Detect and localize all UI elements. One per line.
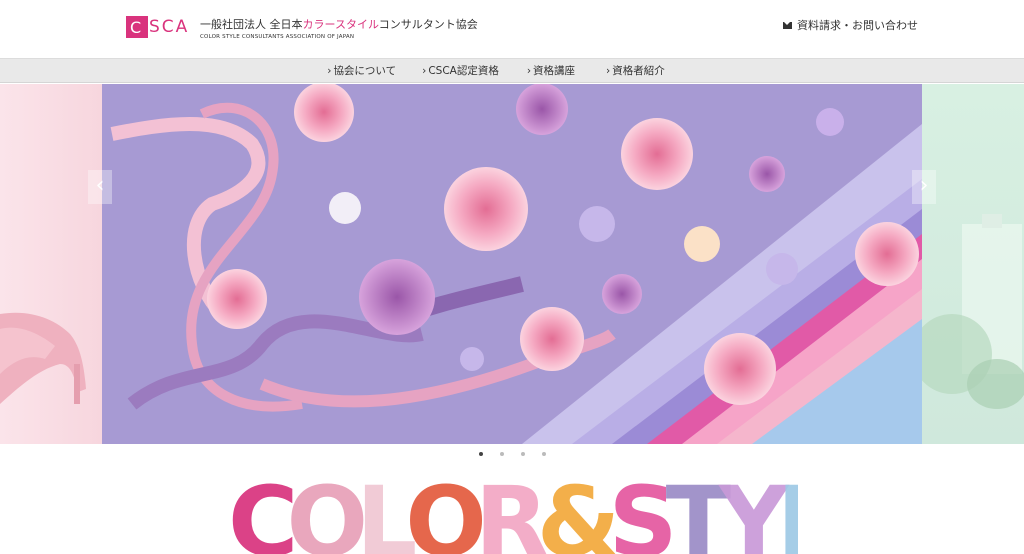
slide-peek-left[interactable] (0, 84, 102, 444)
logo-mark-letter: C (130, 18, 142, 37)
headline-letters: COLOR&STYLING (228, 474, 798, 554)
headline-letter: C (228, 474, 299, 554)
headline-letter: T (665, 474, 732, 554)
site-logo[interactable]: C SCA (126, 16, 189, 38)
headline-letter: L (777, 474, 798, 554)
headline-letter: L (356, 474, 417, 554)
carousel-dot[interactable] (541, 452, 546, 456)
headline-letter: O (405, 474, 487, 554)
nav-item-certification[interactable]: CSCA認定資格 (422, 59, 499, 84)
mail-icon (783, 21, 792, 29)
headline-letter: & (536, 474, 621, 554)
headline-letter: O (286, 474, 368, 554)
color-styling-headline: COLOR&STYLING (228, 474, 798, 554)
slide-peek-right[interactable] (912, 84, 1024, 444)
headline-letter: R (474, 474, 549, 554)
contact-link[interactable]: 資料請求・お問い合わせ (783, 17, 918, 33)
carousel-prev-button[interactable]: ‹ (88, 170, 112, 204)
carousel-dot[interactable] (520, 452, 525, 456)
shoe-image (0, 312, 86, 404)
logo-org-name-en: COLOR STYLE CONSULTANTS ASSOCIATION OF J… (200, 34, 355, 40)
hero-carousel (0, 84, 1024, 444)
bottle-image (912, 214, 1024, 409)
flowers-ribbons-image (110, 84, 922, 444)
contact-label: 資料請求・お問い合わせ (797, 19, 918, 32)
nav-item-about[interactable]: 協会について (327, 59, 396, 84)
headline-letter: Y (719, 474, 788, 554)
logo-text[interactable]: 一般社団法人 全日本カラースタイルコンサルタント協会 COLOR STYLE C… (200, 16, 478, 40)
nav-item-members[interactable]: 資格者紹介 (606, 59, 665, 84)
headline-letter: S (608, 474, 677, 554)
global-nav: 協会について CSCA認定資格 資格講座 資格者紹介 (0, 58, 1024, 83)
carousel-pagination (0, 452, 1024, 456)
logo-ja-suffix: コンサルタント協会 (378, 18, 478, 31)
carousel-dot[interactable] (499, 452, 504, 456)
hero-slide-active[interactable] (102, 84, 922, 444)
site-header: C SCA 一般社団法人 全日本カラースタイルコンサルタント協会 COLOR S… (0, 0, 1024, 58)
nav-item-courses[interactable]: 資格講座 (527, 59, 575, 84)
logo-org-name: 一般社団法人 全日本カラースタイルコンサルタント協会 (200, 16, 478, 32)
carousel-dot[interactable] (478, 452, 483, 456)
logo-mark: C (126, 16, 148, 38)
logo-ja-pink: カラースタイル (302, 18, 379, 31)
carousel-next-button[interactable]: › (912, 170, 936, 204)
logo-word: SCA (149, 17, 190, 37)
logo-ja-prefix: 一般社団法人 全日本 (200, 18, 303, 31)
